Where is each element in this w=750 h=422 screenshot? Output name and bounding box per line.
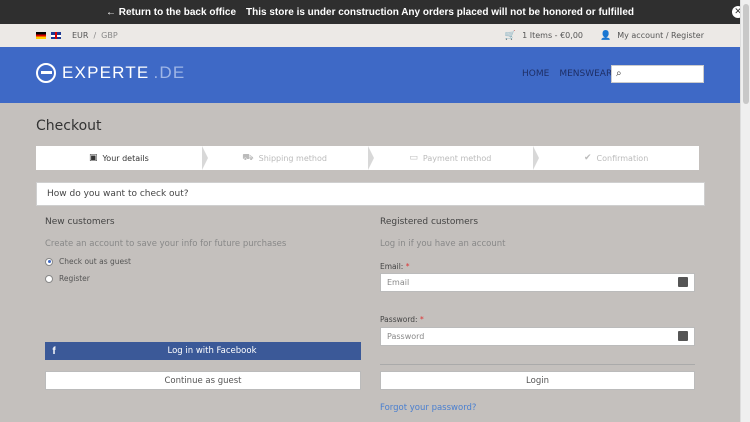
top-utility-bar: EUR / GBP 🛒 1 Items - €0,00 👤 My account… <box>0 24 740 47</box>
currency-separator: / <box>93 31 97 40</box>
continue-as-guest-button[interactable]: Continue as guest <box>45 371 361 390</box>
admin-notice-bar: ← Return to the back office This store i… <box>0 0 740 24</box>
cart-summary: 1 Items - €0,00 <box>522 31 583 40</box>
checkout-steps: ▣ Your details ⛟ Shipping method ▭ Payme… <box>36 146 699 170</box>
step-label: Payment method <box>422 153 492 163</box>
step-payment-method: ▭ Payment method <box>368 146 539 170</box>
nav-menswear[interactable]: MENSWEAR <box>559 69 612 79</box>
checkout-question-text: How do you want to check out? <box>47 189 189 199</box>
step-label: Your details <box>102 153 149 163</box>
facebook-login-label: Log in with Facebook <box>167 346 257 356</box>
password-field[interactable]: Password <box>380 327 695 346</box>
registered-customers-title: Registered customers <box>380 217 479 227</box>
logo-tld: .DE <box>153 63 186 82</box>
new-customers-subtitle: Create an account to save your info for … <box>45 239 287 249</box>
return-back-office-link[interactable]: ← Return to the back office <box>106 7 236 18</box>
radio-register[interactable]: Register <box>45 274 90 283</box>
main-nav: HOME MENSWEAR <box>522 69 612 79</box>
radio-register-label: Register <box>59 274 90 283</box>
currency-gbp[interactable]: GBP <box>101 31 118 40</box>
logo-text: EXPERTE <box>62 63 150 82</box>
email-field[interactable]: Email <box>380 273 695 292</box>
divider <box>380 364 695 365</box>
search-input[interactable]: ⌕ <box>611 65 704 83</box>
scrollbar-thumb[interactable] <box>743 4 749 104</box>
radio-guest[interactable]: Check out as guest <box>45 257 131 266</box>
truck-icon: ⛟ <box>242 152 254 163</box>
currency-eur[interactable]: EUR <box>72 31 88 40</box>
radio-button[interactable] <box>45 274 53 283</box>
page-scrollbar[interactable] <box>740 0 750 422</box>
login-button[interactable]: Login <box>380 371 695 390</box>
step-label: Shipping method <box>258 153 327 163</box>
german-flag-icon[interactable] <box>36 32 46 39</box>
facebook-icon: f <box>52 345 56 357</box>
user-icon: 👤 <box>600 30 612 41</box>
new-customers-title: New customers <box>45 217 115 227</box>
search-icon: ⌕ <box>616 68 622 79</box>
step-label: Confirmation <box>596 153 649 163</box>
email-placeholder: Email <box>387 278 410 287</box>
forgot-password-link[interactable]: Forgot your password? <box>380 403 476 413</box>
account-label: My account / Register <box>617 31 704 40</box>
step-shipping-method: ⛟ Shipping method <box>202 146 374 170</box>
required-marker: * <box>419 315 424 324</box>
construction-notice: This store is under construction Any ord… <box>246 6 635 18</box>
registered-customers-subtitle: Log in if you have an account <box>380 239 506 249</box>
site-logo[interactable]: EXPERTE .DE <box>36 63 185 83</box>
checkout-question: How do you want to check out? <box>36 182 705 206</box>
logo-mark-icon <box>36 63 56 83</box>
autofill-key-icon[interactable] <box>678 277 688 287</box>
page-title: Checkout <box>36 118 102 134</box>
account-link[interactable]: 👤 My account / Register <box>600 31 704 41</box>
facebook-login-button[interactable]: f Log in with Facebook <box>45 342 361 360</box>
email-label: Email: * <box>380 262 410 271</box>
password-placeholder: Password <box>387 332 425 341</box>
cart-icon: 🛒 <box>504 30 517 41</box>
credit-card-icon: ▭ <box>409 153 418 163</box>
cart-link[interactable]: 🛒 1 Items - €0,00 <box>505 31 583 41</box>
autofill-key-icon[interactable] <box>678 331 688 341</box>
check-icon: ✔ <box>583 153 592 163</box>
radio-button-checked[interactable] <box>45 257 53 266</box>
password-label: Password: * <box>380 315 424 324</box>
step-your-details: ▣ Your details <box>36 146 208 170</box>
radio-guest-label: Check out as guest <box>59 257 131 266</box>
id-card-icon: ▣ <box>88 153 98 163</box>
required-marker: * <box>405 262 410 271</box>
step-confirmation: ✔ Confirmation <box>533 146 699 170</box>
nav-home[interactable]: HOME <box>522 69 549 79</box>
uk-flag-icon[interactable] <box>51 32 61 39</box>
